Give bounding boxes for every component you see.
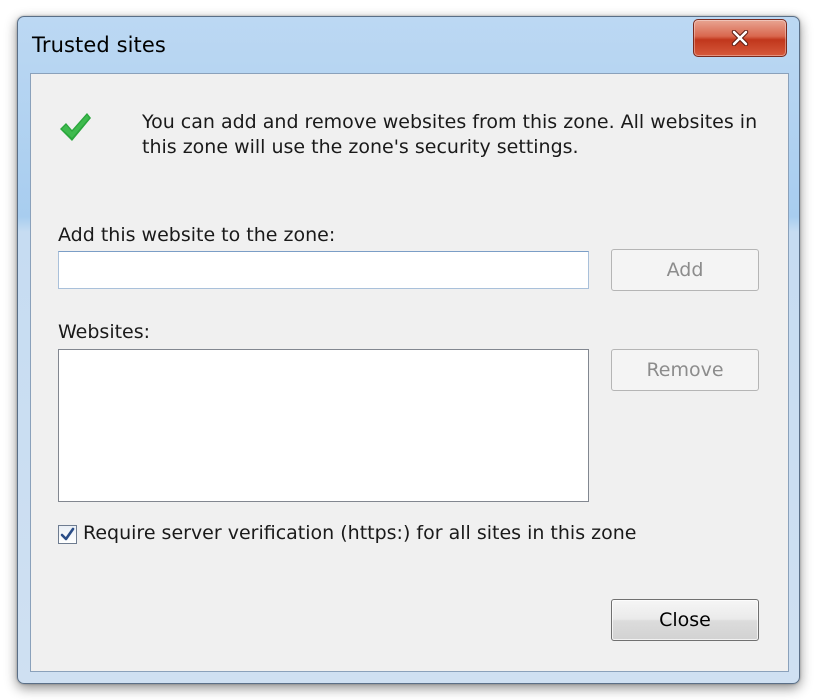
dialog-body: You can add and remove websites from thi… — [30, 73, 789, 672]
trusted-sites-dialog: Trusted sites You can add and remove web… — [17, 16, 800, 684]
close-button[interactable]: Close — [611, 599, 759, 641]
add-button[interactable]: Add — [611, 249, 759, 291]
window-title: Trusted sites — [32, 33, 166, 57]
websites-list[interactable] — [58, 349, 589, 502]
require-https-label[interactable]: Require server verification (https:) for… — [83, 522, 636, 544]
close-icon — [731, 30, 749, 46]
remove-button[interactable]: Remove — [611, 349, 759, 391]
checkmark-icon — [60, 113, 91, 141]
zone-description: You can add and remove websites from thi… — [142, 111, 758, 158]
require-https-checkbox[interactable] — [58, 525, 77, 544]
checkbox-check-icon — [60, 527, 75, 541]
websites-label: Websites: — [58, 321, 151, 343]
add-website-label: Add this website to the zone: — [58, 224, 336, 246]
window-close-button[interactable] — [693, 19, 787, 57]
website-url-input[interactable] — [58, 251, 589, 289]
